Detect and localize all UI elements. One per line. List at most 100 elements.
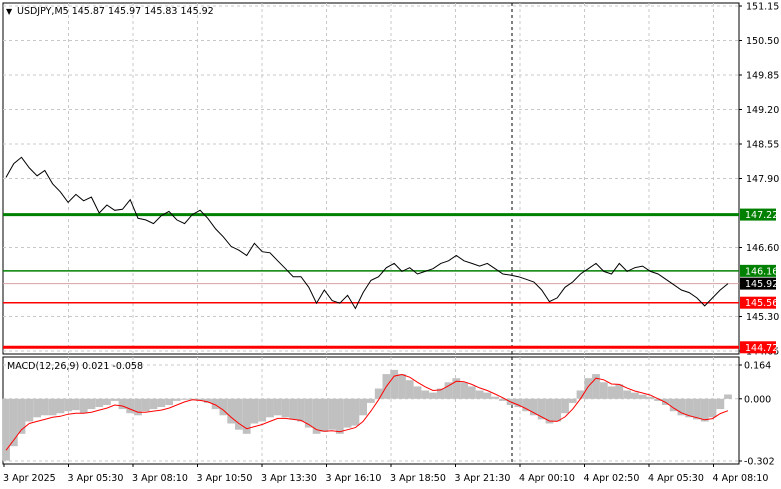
macd-bar (429, 392, 437, 399)
macd-bar (335, 398, 344, 434)
macd-bar (343, 398, 352, 428)
macd-bar (289, 398, 298, 420)
price-tick-label: 149.85 (746, 71, 779, 82)
price-tick-label: 147.90 (746, 174, 779, 185)
symbol-header: USDJPY,M5 145.87 145.97 145.83 145.92 (17, 6, 214, 17)
macd-bar (110, 398, 119, 401)
macd-bar (351, 398, 360, 426)
macd-bar (646, 396, 655, 399)
macd-bar (390, 369, 399, 399)
level-price-label: 146.16 (745, 266, 778, 277)
level-price-label: 145.56 (745, 298, 778, 309)
macd-bar (522, 398, 531, 412)
macd-bar (584, 378, 593, 399)
macd-bar (297, 398, 305, 422)
macd-bar (359, 398, 367, 416)
time-tick-label: 3 Apr 2025 (3, 473, 56, 484)
macd-bar (95, 398, 104, 407)
macd-bar (17, 398, 26, 434)
trading-chart[interactable]: 151.15 150.50 149.85 149.20 148.55 147.90 146.… (0, 0, 781, 489)
macd-bar (413, 386, 422, 399)
macd-bar (483, 392, 492, 399)
macd-bar (64, 398, 72, 412)
macd-bar (607, 386, 616, 399)
time-tick-label: 3 Apr 21:30 (455, 473, 511, 484)
macd-bar (367, 398, 375, 403)
macd-bar (2, 398, 10, 461)
macd-bar (638, 394, 647, 399)
macd-bar (320, 398, 329, 432)
macd-bar (165, 398, 173, 405)
macd-bar (56, 398, 65, 414)
price-tick-label: 149.20 (746, 105, 779, 116)
macd-bar (281, 398, 290, 418)
macd-bar (25, 398, 34, 422)
price-tick-label: 146.60 (746, 243, 779, 254)
time-tick-label: 3 Apr 05:30 (68, 473, 124, 484)
time-tick-label: 4 Apr 02:50 (584, 473, 640, 484)
macd-bar (693, 398, 701, 420)
macd-bar (568, 398, 577, 403)
macd-bar (537, 398, 546, 420)
macd-bar (467, 386, 476, 399)
macd-bar (258, 398, 267, 422)
macd-bar (134, 398, 142, 416)
level-price-label: 144.72 (745, 343, 778, 354)
macd-bar (312, 398, 321, 434)
time-tick-label: 3 Apr 18:50 (390, 473, 446, 484)
time-tick-label: 3 Apr 10:50 (197, 473, 253, 484)
macd-bar (623, 390, 631, 399)
macd-bar (141, 398, 150, 412)
macd-bar (405, 380, 414, 399)
macd-bar (724, 394, 732, 399)
macd-bar (180, 398, 189, 400)
macd-bar (266, 398, 274, 418)
macd-bar (172, 398, 181, 401)
macd-tick-label: 0.164 (744, 361, 771, 372)
macd-header: MACD(12,26,9) 0.021 -0.058 (7, 361, 143, 372)
macd-bar (398, 374, 406, 399)
time-tick-label: 4 Apr 05:30 (648, 473, 704, 484)
time-tick-label: 3 Apr 08:10 (132, 473, 188, 484)
macd-bar (79, 398, 88, 414)
macd-bar (631, 392, 639, 399)
macd-bar (374, 388, 383, 399)
macd-bar (460, 382, 468, 399)
macd-tick-label: 0.000 (744, 394, 771, 405)
macd-bar (33, 398, 41, 418)
macd-bar (553, 398, 562, 422)
macd-bar (716, 398, 725, 410)
macd-bar (700, 398, 709, 422)
time-tick-label: 3 Apr 13:30 (261, 473, 317, 484)
price-tick-label: 151.15 (746, 2, 779, 13)
macd-bar (149, 398, 158, 410)
time-tick-label: 4 Apr 08:10 (713, 473, 769, 484)
macd-bar (40, 398, 49, 416)
macd-bar (72, 398, 80, 411)
time-tick-label: 4 Apr 00:10 (519, 473, 575, 484)
macd-bar (491, 396, 499, 399)
macd-bar (421, 390, 430, 399)
level-price-label: 147.22 (745, 210, 778, 221)
macd-bar (561, 398, 569, 414)
macd-bar (599, 382, 608, 399)
macd-bar (615, 384, 624, 399)
macd-bar (48, 398, 57, 416)
time-tick-label: 3 Apr 16:10 (326, 473, 382, 484)
macd-bar (126, 398, 135, 414)
macd-bar (157, 398, 166, 407)
macd-bar (250, 398, 259, 424)
current-price-label: 145.92 (745, 279, 778, 290)
macd-bar (708, 398, 717, 418)
price-tick-label: 145.30 (746, 312, 779, 323)
macd-bar (273, 398, 282, 416)
macd-bar (328, 398, 336, 430)
macd-bar (87, 398, 96, 410)
price-tick-label: 150.50 (746, 36, 779, 47)
macd-tick-label: -0.302 (744, 457, 775, 468)
price-tick-label: 148.55 (746, 140, 779, 151)
symbol-dropdown-arrow[interactable]: ▼ (6, 7, 13, 16)
macd-bar (9, 398, 18, 447)
macd-bar (103, 398, 111, 405)
macd-bar (475, 390, 484, 399)
